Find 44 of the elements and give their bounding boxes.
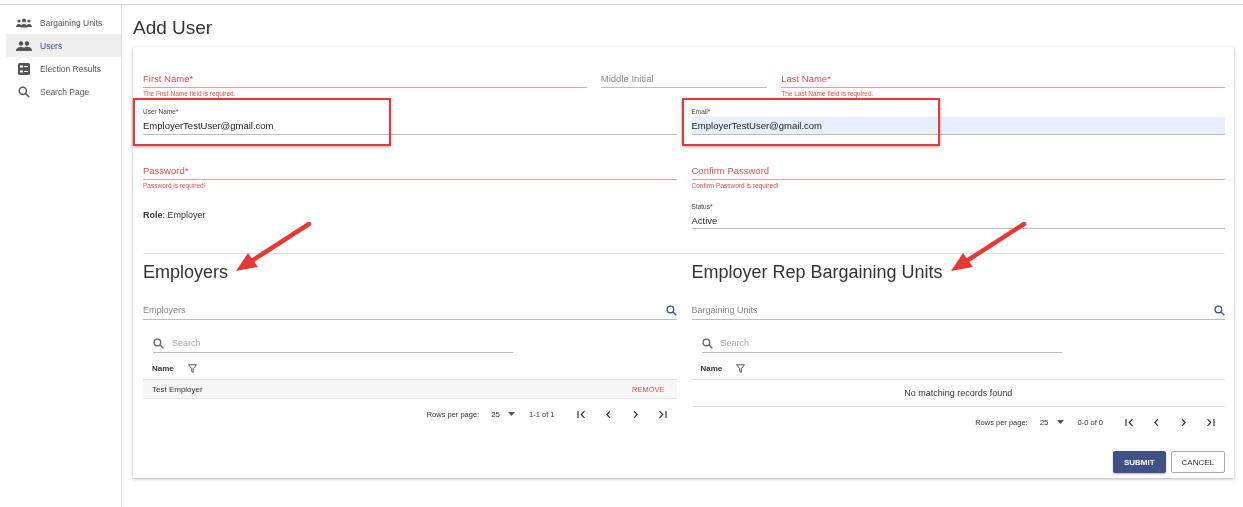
role-text: Role: Employer bbox=[143, 209, 207, 222]
first-page-icon[interactable] bbox=[1125, 417, 1134, 427]
first-page-icon[interactable] bbox=[576, 409, 586, 419]
input-field[interactable]: First Name* bbox=[143, 70, 587, 88]
table-cell: Test Employer bbox=[152, 384, 203, 394]
section-heading: Employer Rep Bargaining Units bbox=[691, 262, 943, 282]
input-field[interactable]: EmployerTestUser@gmail.com bbox=[691, 117, 1225, 135]
filter-icon[interactable] bbox=[187, 363, 197, 373]
sidebar-item[interactable]: Search Page bbox=[6, 80, 121, 103]
sidebar-item[interactable]: Election Results bbox=[6, 57, 121, 80]
empty-message: No matching records found bbox=[691, 380, 1225, 407]
caret-icon bbox=[1056, 420, 1064, 424]
last-page-icon[interactable] bbox=[657, 409, 667, 419]
submit-button[interactable]: SUBMIT bbox=[1112, 451, 1166, 473]
search-icon[interactable] bbox=[153, 337, 164, 349]
search-icon[interactable] bbox=[701, 337, 713, 349]
section-heading: Employers bbox=[143, 262, 229, 282]
input-field[interactable]: Password* bbox=[143, 162, 677, 180]
sidebar-item[interactable]: Users bbox=[6, 34, 121, 57]
last-page-icon[interactable] bbox=[1206, 417, 1215, 427]
caret-icon bbox=[508, 412, 516, 416]
input-field[interactable]: Employers bbox=[143, 301, 677, 320]
filter-icon[interactable] bbox=[736, 363, 746, 373]
column-header: Name bbox=[700, 363, 723, 373]
people-icon bbox=[16, 40, 32, 51]
search-icon[interactable] bbox=[1214, 304, 1225, 316]
input-field[interactable]: EmployerTestUser@gmail.com bbox=[143, 117, 677, 135]
list-icon bbox=[18, 62, 30, 75]
previous-page-icon[interactable] bbox=[603, 409, 613, 419]
input-field[interactable]: Confirm Password bbox=[691, 162, 1225, 180]
input-field[interactable]: Middle Initial bbox=[600, 70, 768, 88]
input-field[interactable]: Bargaining Units bbox=[691, 301, 1225, 320]
search-icon bbox=[18, 85, 30, 98]
cancel-button[interactable]: CANCEL bbox=[1170, 451, 1225, 473]
column-header: Name bbox=[152, 363, 174, 373]
page-title: Add User bbox=[133, 17, 214, 39]
previous-page-icon[interactable] bbox=[1152, 417, 1161, 427]
search-icon[interactable] bbox=[665, 304, 677, 316]
input-field[interactable]: Last Name* bbox=[781, 70, 1225, 88]
rows-per-page-select[interactable]: 25 bbox=[1039, 417, 1064, 427]
next-page-icon[interactable] bbox=[1179, 417, 1188, 427]
group-icon bbox=[16, 17, 32, 28]
sidebar-item[interactable]: Bargaining Units bbox=[6, 11, 121, 34]
rows-per-page-select[interactable]: 25 bbox=[491, 409, 516, 419]
